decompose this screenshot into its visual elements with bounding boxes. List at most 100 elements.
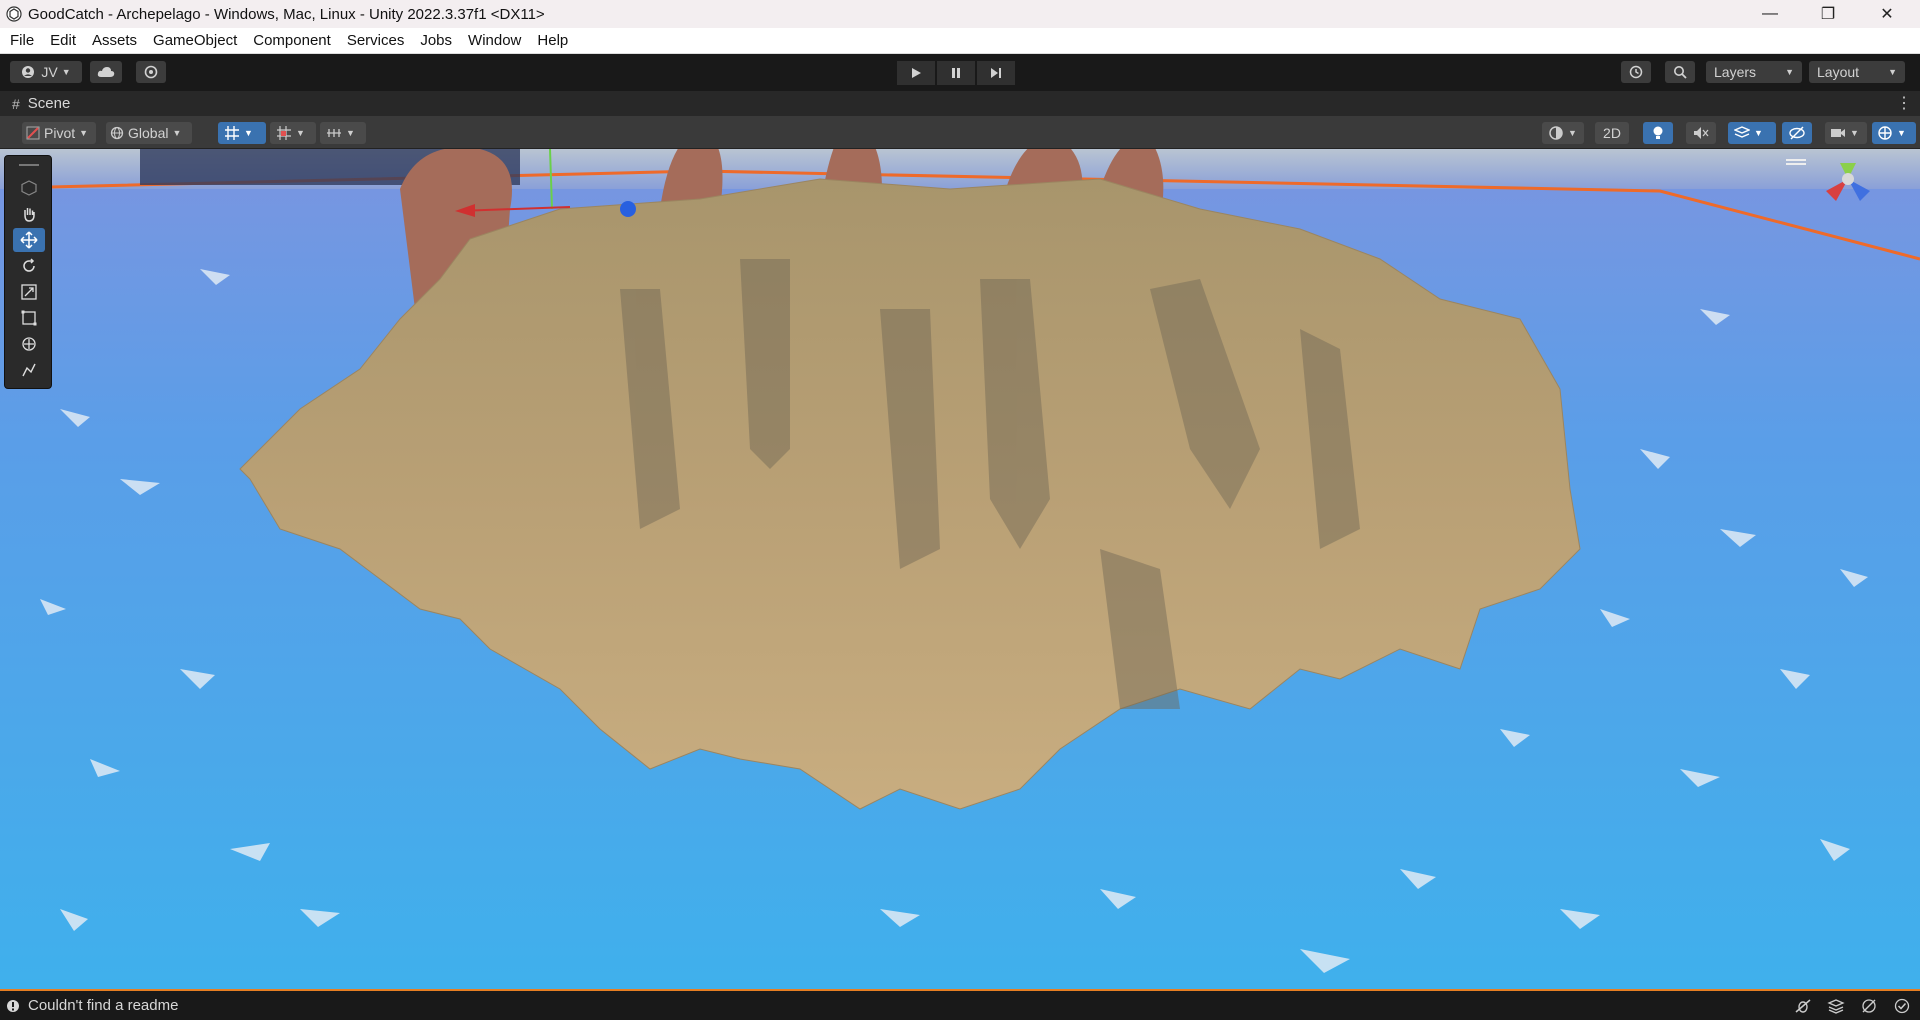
2d-label: 2D bbox=[1603, 125, 1621, 141]
hidden-objects-toggle[interactable] bbox=[1782, 122, 1812, 144]
chevron-down-icon: ▼ bbox=[296, 128, 305, 138]
rotate-icon bbox=[23, 258, 35, 272]
shading-mode-dropdown[interactable]: ▼ bbox=[1542, 122, 1584, 144]
scene-render bbox=[0, 149, 1920, 989]
scene-viewport[interactable] bbox=[0, 149, 1920, 989]
snap-increment-button[interactable]: ▼ bbox=[270, 122, 316, 144]
play-icon bbox=[912, 68, 921, 78]
menu-assets[interactable]: Assets bbox=[84, 28, 145, 54]
view-tool-button[interactable] bbox=[13, 176, 45, 200]
custom-tool-icon bbox=[22, 363, 36, 377]
effects-icon bbox=[1734, 126, 1750, 138]
menu-file[interactable]: File bbox=[0, 28, 42, 54]
play-button[interactable] bbox=[897, 61, 935, 85]
playback-controls bbox=[897, 61, 1015, 85]
scale-tool-button[interactable] bbox=[13, 280, 45, 304]
chevron-down-icon: ▼ bbox=[346, 128, 355, 138]
transform-tool-button[interactable] bbox=[13, 332, 45, 356]
info-icon bbox=[7, 999, 19, 1012]
menu-jobs[interactable]: Jobs bbox=[412, 28, 460, 54]
audio-mute-icon bbox=[1694, 127, 1709, 139]
chevron-down-icon: ▼ bbox=[1568, 128, 1577, 138]
effects-dropdown[interactable]: ▼ bbox=[1728, 122, 1776, 144]
global-dropdown[interactable]: Global ▼ bbox=[106, 122, 192, 144]
gizmo-icon bbox=[1878, 126, 1892, 140]
lighting-toggle[interactable] bbox=[1643, 122, 1673, 144]
unity-logo-icon bbox=[6, 6, 22, 22]
menu-edit[interactable]: Edit bbox=[42, 28, 84, 54]
cloud-icon bbox=[97, 67, 115, 77]
audio-toggle[interactable] bbox=[1686, 122, 1716, 144]
chevron-down-icon: ▼ bbox=[1888, 67, 1897, 77]
chevron-down-icon: ▼ bbox=[61, 67, 71, 77]
layers-label: Layers bbox=[1714, 64, 1757, 80]
debug-icon[interactable] bbox=[1794, 998, 1812, 1014]
step-icon bbox=[991, 68, 1001, 78]
rect-tool-button[interactable] bbox=[13, 306, 45, 330]
status-bar: Couldn't find a readme bbox=[0, 989, 1920, 1020]
transform-icon bbox=[22, 337, 36, 351]
more-options-icon[interactable]: ⋮ bbox=[1896, 93, 1912, 113]
network-icon[interactable] bbox=[1860, 998, 1878, 1014]
light-bulb-icon bbox=[1653, 126, 1663, 139]
global-label: Global bbox=[128, 125, 169, 141]
chevron-down-icon: ▼ bbox=[79, 128, 89, 138]
pause-button[interactable] bbox=[937, 61, 975, 85]
history-button[interactable] bbox=[1621, 61, 1651, 83]
layout-dropdown[interactable]: Layout ▼ bbox=[1809, 61, 1905, 83]
checkmark-icon[interactable] bbox=[1894, 998, 1910, 1014]
custom-tool-button[interactable] bbox=[13, 358, 45, 382]
search-button[interactable] bbox=[1665, 61, 1695, 83]
minimize-button[interactable]: — bbox=[1747, 0, 1793, 28]
scene-tab-bar: # Scene ⋮ bbox=[0, 91, 1920, 116]
tab-scene[interactable]: Scene bbox=[28, 95, 71, 112]
account-label: JV bbox=[41, 64, 58, 80]
menu-gameobject[interactable]: GameObject bbox=[145, 28, 245, 54]
menu-services[interactable]: Services bbox=[339, 28, 413, 54]
cloud-button[interactable] bbox=[90, 61, 122, 83]
2d-toggle[interactable]: 2D bbox=[1595, 122, 1629, 144]
snap-icon bbox=[277, 126, 291, 140]
search-icon bbox=[1674, 66, 1687, 79]
shading-icon bbox=[1549, 126, 1563, 140]
menu-window[interactable]: Window bbox=[460, 28, 529, 54]
rotate-tool-button[interactable] bbox=[13, 254, 45, 278]
move-tool-button[interactable] bbox=[13, 228, 45, 252]
chevron-down-icon: ▼ bbox=[1897, 128, 1906, 138]
hand-icon bbox=[24, 208, 35, 222]
scene-view-toolbar: Pivot ▼ Global ▼ ▼ ▼ ▼ ▼ 2D ▼ ▼ ▼ bbox=[0, 116, 1920, 149]
collab-button[interactable] bbox=[136, 61, 166, 83]
eye-slash-icon bbox=[1789, 126, 1805, 140]
layers-dropdown[interactable]: Layers ▼ bbox=[1706, 61, 1802, 83]
pivot-label: Pivot bbox=[44, 125, 76, 141]
step-button[interactable] bbox=[977, 61, 1015, 85]
chevron-down-icon: ▼ bbox=[1785, 67, 1794, 77]
restore-button[interactable]: ❐ bbox=[1805, 0, 1851, 28]
hand-tool-button[interactable] bbox=[13, 202, 45, 226]
camera-icon bbox=[1831, 129, 1845, 137]
grid-snap-button[interactable]: ▼ bbox=[218, 122, 266, 144]
grid-snap-icon bbox=[225, 126, 239, 140]
menu-component[interactable]: Component bbox=[245, 28, 339, 54]
scale-icon bbox=[21, 284, 37, 300]
layers-status-icon[interactable] bbox=[1827, 998, 1845, 1014]
camera-dropdown[interactable]: ▼ bbox=[1825, 122, 1867, 144]
grid-icon: # bbox=[12, 95, 20, 112]
user-icon bbox=[22, 66, 35, 78]
measure-button[interactable]: ▼ bbox=[320, 122, 366, 144]
gizmos-dropdown[interactable]: ▼ bbox=[1872, 122, 1916, 144]
pivot-icon bbox=[26, 126, 40, 140]
chevron-down-icon: ▼ bbox=[1850, 128, 1859, 138]
account-dropdown[interactable]: JV ▼ bbox=[10, 61, 82, 83]
pivot-dropdown[interactable]: Pivot ▼ bbox=[22, 122, 96, 144]
menu-bar: File Edit Assets GameObject Component Se… bbox=[0, 28, 1920, 54]
rect-transform-icon bbox=[21, 310, 37, 326]
drag-handle[interactable] bbox=[13, 162, 45, 168]
chevron-down-icon: ▼ bbox=[172, 128, 182, 138]
close-button[interactable]: ✕ bbox=[1864, 0, 1910, 28]
window-title: GoodCatch - Archepelago - Windows, Mac, … bbox=[28, 5, 545, 23]
status-message[interactable]: Couldn't find a readme bbox=[28, 997, 178, 1014]
chevron-down-icon: ▼ bbox=[244, 128, 253, 138]
menu-help[interactable]: Help bbox=[529, 28, 576, 54]
globe-icon bbox=[110, 126, 124, 140]
